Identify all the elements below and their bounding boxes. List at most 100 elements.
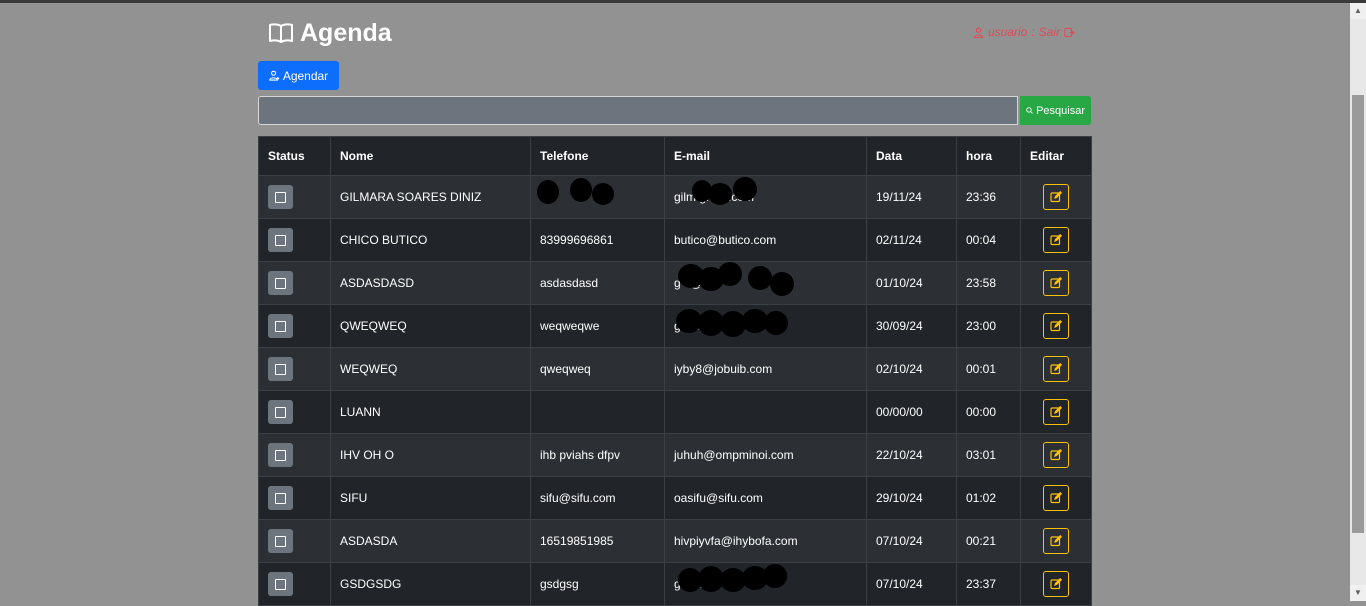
cell-data: 00/00/00 (866, 390, 957, 434)
cell-email (664, 390, 867, 434)
table-row: CHICO BUTICO 83999696861 butico@butico.com… (258, 218, 1092, 262)
cell-telefone: qweqweq (530, 347, 665, 391)
logout-link[interactable]: Sair (1039, 25, 1060, 39)
status-checkbox[interactable] (268, 529, 293, 553)
status-checkbox[interactable] (268, 185, 293, 209)
table-row: GILMARA SOARES DINIZ86gilm gmail.com19/1… (258, 175, 1092, 219)
table-row: QWEQWEQweqweqweg .com30/09/2423:00 (258, 304, 1092, 348)
cell-nome: LUANN (330, 390, 531, 434)
cell-data: 07/10/24 (866, 562, 957, 606)
status-checkbox[interactable] (268, 572, 293, 596)
redaction-mark (733, 177, 757, 201)
cell-hora: 00:21 (956, 519, 1021, 563)
cell-telefone: asdasdasd (530, 261, 665, 305)
edit-button[interactable] (1043, 184, 1069, 210)
cell-hora: 01:02 (956, 476, 1021, 520)
user-menu: usuario : Sair (969, 25, 1079, 39)
schedule-button[interactable]: Agendar (258, 61, 339, 90)
table-header-row: Status Nome Telefone E-mail Data hora Ed… (258, 136, 1092, 176)
status-checkbox[interactable] (268, 357, 293, 381)
edit-button[interactable] (1043, 571, 1069, 597)
header-email: E-mail (664, 136, 867, 176)
status-cell (258, 519, 331, 563)
edit-button[interactable] (1043, 485, 1069, 511)
checkbox-icon (275, 449, 286, 461)
edit-button[interactable] (1043, 528, 1069, 554)
edit-button[interactable] (1043, 227, 1069, 253)
edit-cell (1020, 433, 1092, 477)
edit-cell (1020, 261, 1092, 305)
cell-hora: 23:58 (956, 261, 1021, 305)
logout-icon[interactable] (1064, 27, 1075, 38)
redaction-mark (592, 183, 614, 205)
scroll-up-icon[interactable]: ▲ (1350, 3, 1366, 19)
username: usuario (987, 25, 1028, 39)
cell-nome: QWEQWEQ (330, 304, 531, 348)
table-row: IHV OH Oihb pviahs dfpv juhuh@ompminoi.co… (258, 433, 1092, 477)
cell-data: 30/09/24 (866, 304, 957, 348)
status-cell (258, 261, 331, 305)
edit-icon (1050, 363, 1062, 375)
status-checkbox[interactable] (268, 271, 293, 295)
checkbox-icon (275, 492, 286, 504)
edit-button[interactable] (1043, 356, 1069, 382)
header-data: Data (866, 136, 957, 176)
cell-telefone: weqweqwe (530, 304, 665, 348)
status-checkbox[interactable] (268, 228, 293, 252)
status-cell (258, 218, 331, 262)
scrollbar-thumb[interactable] (1352, 95, 1364, 533)
cell-data: 29/10/24 (866, 476, 957, 520)
redaction-mark (537, 180, 559, 204)
cell-telefone: gsdgsg (530, 562, 665, 606)
cell-telefone: 16519851985 (530, 519, 665, 563)
redaction-mark (748, 266, 772, 290)
checkbox-icon (275, 535, 286, 547)
person-add-icon (268, 70, 280, 81)
header-editar: Editar (1020, 136, 1092, 176)
cell-data: 19/11/24 (866, 175, 957, 219)
edit-icon (1050, 449, 1062, 461)
edit-cell (1020, 562, 1092, 606)
edit-button[interactable] (1043, 313, 1069, 339)
checkbox-icon (275, 363, 286, 375)
redaction-mark (764, 311, 788, 335)
edit-button[interactable] (1043, 399, 1069, 425)
status-cell (258, 390, 331, 434)
table-row: LUANN 00/00/00 00:00 (258, 390, 1092, 434)
cell-data: 01/10/24 (866, 261, 957, 305)
cell-telefone: 83999696861 (530, 218, 665, 262)
status-checkbox[interactable] (268, 443, 293, 467)
search-button[interactable]: Pesquisar (1020, 96, 1091, 125)
cell-email: hivpiyvfa@ihybofa.com (664, 519, 867, 563)
page-title: Agenda (300, 18, 392, 47)
edit-button[interactable] (1043, 270, 1069, 296)
cell-nome: CHICO BUTICO (330, 218, 531, 262)
edit-cell (1020, 175, 1092, 219)
cell-nome: ASDASDASD (330, 261, 531, 305)
edit-button[interactable] (1043, 442, 1069, 468)
cell-hora: 00:04 (956, 218, 1021, 262)
status-checkbox[interactable] (268, 314, 293, 338)
table-row: SIFU sifu@sifu.com oasifu@sifu.com 29/10/24… (258, 476, 1092, 520)
cell-nome: IHV OH O (330, 433, 531, 477)
status-cell (258, 476, 331, 520)
window-top-bar (0, 0, 1366, 3)
status-checkbox[interactable] (268, 486, 293, 510)
search-input[interactable] (258, 96, 1018, 125)
edit-icon (1050, 320, 1062, 332)
search-icon (1026, 107, 1033, 114)
checkbox-icon (275, 320, 286, 332)
scroll-down-icon[interactable]: ▼ (1350, 585, 1366, 601)
cell-email: oasifu@sifu.com (664, 476, 867, 520)
redaction-mark (763, 564, 787, 588)
person-icon (973, 27, 984, 38)
cell-nome: GSDGSDG (330, 562, 531, 606)
edit-icon (1050, 277, 1062, 289)
header-hora: hora (956, 136, 1021, 176)
cell-nome: WEQWEQ (330, 347, 531, 391)
cell-nome: SIFU (330, 476, 531, 520)
cell-nome: GILMARA SOARES DINIZ (330, 175, 531, 219)
status-checkbox[interactable] (268, 400, 293, 424)
cell-hora: 23:00 (956, 304, 1021, 348)
checkbox-icon (275, 191, 286, 203)
